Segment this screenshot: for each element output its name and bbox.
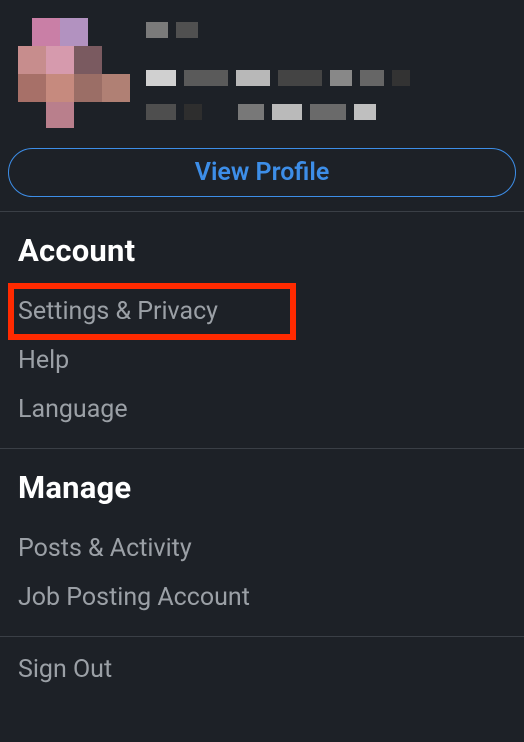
- menu-item-posts-activity[interactable]: Posts & Activity: [18, 524, 506, 573]
- profile-detail-redacted: [146, 104, 506, 120]
- menu-item-label: Posts & Activity: [18, 534, 192, 563]
- profile-header: [0, 0, 524, 142]
- menu-item-settings-privacy[interactable]: Settings & Privacy: [18, 287, 506, 336]
- account-section: Account Settings & Privacy Help Language: [0, 212, 524, 448]
- menu-item-label: Language: [18, 395, 128, 424]
- menu-item-label: Job Posting Account: [18, 583, 250, 612]
- menu-item-language[interactable]: Language: [18, 385, 506, 434]
- avatar[interactable]: [18, 18, 128, 128]
- manage-heading: Manage: [18, 469, 506, 506]
- profile-subtitle-redacted: [146, 70, 506, 86]
- menu-item-label: Help: [18, 346, 69, 375]
- account-heading: Account: [18, 232, 506, 269]
- menu-item-job-posting-account[interactable]: Job Posting Account: [18, 573, 506, 622]
- profile-info: [146, 18, 506, 132]
- profile-name-redacted: [146, 22, 506, 38]
- manage-section: Manage Posts & Activity Job Posting Acco…: [0, 449, 524, 636]
- view-profile-button[interactable]: View Profile: [8, 148, 516, 197]
- menu-item-label: Sign Out: [18, 655, 112, 684]
- menu-item-help[interactable]: Help: [18, 336, 506, 385]
- menu-item-sign-out[interactable]: Sign Out: [18, 655, 506, 684]
- signout-section: Sign Out: [0, 637, 524, 702]
- menu-item-label: Settings & Privacy: [18, 297, 218, 326]
